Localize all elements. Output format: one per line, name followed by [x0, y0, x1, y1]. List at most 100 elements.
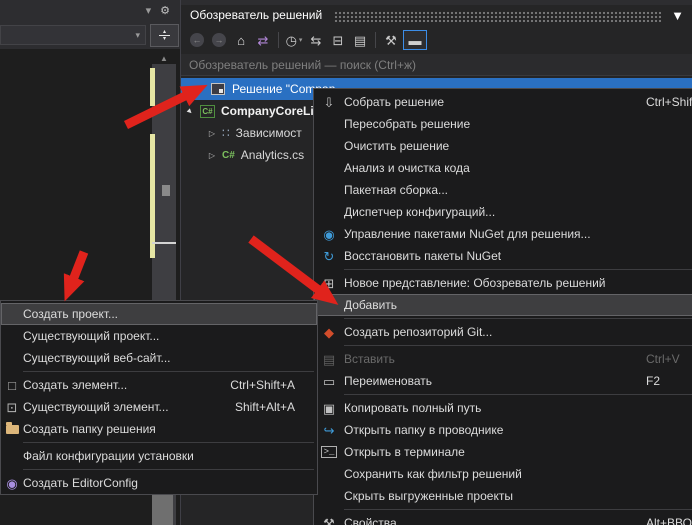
- menu-item-label: Открыть в терминале: [344, 445, 465, 459]
- context-menu-item[interactable]: ▤Вставить Ctrl+V: [314, 348, 692, 370]
- menu-item-shortcut: Ctrl+V: [646, 352, 680, 366]
- home-button[interactable]: ⌂: [231, 30, 251, 50]
- collapse-all-button[interactable]: ⊟: [328, 30, 348, 50]
- back-icon: ←: [190, 33, 204, 47]
- submenu-item[interactable]: ◉Создать EditorConfig: [1, 472, 317, 494]
- gear-icon[interactable]: ⚙: [160, 6, 170, 17]
- editor-navigation-bar: ▾ ▴▾: [0, 23, 180, 49]
- context-menu-item[interactable]: >_ Открыть в терминале: [314, 441, 692, 463]
- terminal-icon: >_: [321, 446, 338, 458]
- menu-item-label: Восстановить пакеты NuGet: [344, 249, 501, 263]
- modified-lines-marker: [150, 68, 155, 106]
- switch-views-icon: ⇆: [311, 34, 322, 47]
- menu-icon-column: ⊞: [314, 277, 344, 290]
- context-menu-item[interactable]: ▭ПереименоватьF2: [314, 370, 692, 392]
- context-menu-item[interactable]: Сохранить как фильтр решений: [314, 463, 692, 485]
- context-menu-item[interactable]: Очистить решение: [314, 135, 692, 157]
- context-menu-item[interactable]: ◆ Создать репозиторий Git...: [314, 321, 692, 343]
- navigation-dropdown[interactable]: ▾: [0, 25, 146, 45]
- drag-grip-dots: [334, 11, 661, 22]
- menu-item-label: Новое представление: Обозреватель решени…: [344, 276, 605, 290]
- dropdown-caret-icon[interactable]: ▾: [146, 6, 152, 17]
- menu-item-new-project[interactable]: Создать проект...: [1, 303, 317, 325]
- menu-item-shortcut: Shift+Alt+A: [235, 400, 295, 414]
- dependencies-icon: ∷: [222, 126, 230, 140]
- menu-icon-column: ↻: [314, 250, 344, 263]
- submenu-item[interactable]: ⊡ Существующий элемент... Shift+Alt+A: [1, 396, 317, 418]
- submenu-item[interactable]: Существующий веб-сайт...: [1, 347, 317, 369]
- submenu-item[interactable]: Существующий проект...: [1, 325, 317, 347]
- menu-item-label: Существующий элемент...: [23, 400, 169, 414]
- menu-item-label: Создать репозиторий Git...: [344, 325, 492, 339]
- menu-item-shortcut: Ctrl+Shift+B: [646, 95, 692, 109]
- submenu-item[interactable]: Файл конфигурации установки: [1, 445, 317, 467]
- context-menu-item[interactable]: ⊞Новое представление: Обозреватель решен…: [314, 272, 692, 294]
- properties-toolbar-button[interactable]: ⚒: [381, 30, 401, 50]
- menu-icon-column: ▣: [314, 402, 344, 415]
- context-menu-item[interactable]: Скрыть выгруженные проекты: [314, 485, 692, 507]
- switch-views-button[interactable]: ⇆: [306, 30, 326, 50]
- context-menu-item[interactable]: Анализ и очистка кода: [314, 157, 692, 179]
- menu-item-label: Существующий проект...: [23, 329, 159, 343]
- menu-item-build-solution[interactable]: ⇩Собрать решениеCtrl+Shift+B: [314, 91, 692, 113]
- menu-item-shortcut: Ctrl+Shift+A: [230, 378, 295, 392]
- menu-icon-column: [1, 425, 23, 434]
- menu-icon-column: ▭: [314, 375, 344, 388]
- show-all-files-button[interactable]: ▤: [350, 30, 370, 50]
- wrench-icon: ⚒: [323, 517, 335, 525]
- menu-item-label: Создать EditorConfig: [23, 476, 138, 490]
- sync-active-document-icon: ⇄: [258, 34, 269, 47]
- context-menu-item[interactable]: ⚒СвойстваAlt+ВВОД: [314, 512, 692, 525]
- csharp-file-icon: C#: [222, 150, 235, 161]
- back-button[interactable]: ←: [187, 30, 207, 50]
- context-menu-item[interactable]: ↻ Восстановить пакеты NuGet: [314, 245, 692, 267]
- menu-item-label: Копировать полный путь: [344, 401, 481, 415]
- menu-icon-column: ▤: [314, 353, 344, 366]
- menu-item-label: Создать проект...: [23, 307, 118, 321]
- menu-icon-column: ⊡: [1, 401, 23, 414]
- menu-item-label: Диспетчер конфигураций...: [344, 205, 495, 219]
- rename-icon: ▭: [323, 375, 335, 388]
- context-menu-item[interactable]: Пересобрать решение: [314, 113, 692, 135]
- pending-changes-icon: ◷▾: [286, 34, 303, 47]
- context-menu-item[interactable]: Пакетная сборка...: [314, 179, 692, 201]
- submenu-item[interactable]: Создать папку решения: [1, 418, 317, 440]
- git-icon: ◆: [324, 326, 334, 339]
- split-editor-button[interactable]: ▴▾: [150, 24, 179, 47]
- menu-icon-column: ◉: [314, 228, 344, 241]
- window-position-caret-icon[interactable]: ▼: [671, 9, 684, 22]
- context-menu-item[interactable]: ↪Открыть папку в проводнике: [314, 419, 692, 441]
- menu-item-label: Свойства: [344, 516, 397, 525]
- collapse-chevron-icon[interactable]: ▸: [182, 103, 198, 119]
- toolbar-separator: [278, 32, 279, 48]
- solution-explorer-header[interactable]: Обозреватель решений ▼: [184, 5, 692, 25]
- scrollbar-up-button[interactable]: ▲: [153, 52, 175, 64]
- toolbar-separator: [375, 32, 376, 48]
- menu-icon-column: ⚒: [314, 517, 344, 525]
- context-menu-item[interactable]: Диспетчер конфигураций...: [314, 201, 692, 223]
- context-menu-item[interactable]: ◉Управление пакетами NuGet для решения..…: [314, 223, 692, 245]
- existing-item-icon: ⊡: [7, 401, 18, 414]
- nuget-restore-icon: ↻: [324, 250, 335, 263]
- menu-icon-column: >_: [314, 446, 344, 458]
- expand-chevron-icon[interactable]: ▷: [206, 129, 218, 138]
- solution-search-input[interactable]: Обозреватель решений — поиск (Ctrl+ж): [181, 54, 692, 76]
- menu-icon-column: ◆: [314, 326, 344, 339]
- menu-item-label: Создать элемент...: [23, 378, 127, 392]
- menu-item-label: Пакетная сборка...: [344, 183, 448, 197]
- build-icon: ⇩: [324, 96, 335, 109]
- menu-item-label: Существующий веб-сайт...: [23, 351, 171, 365]
- context-menu-item[interactable]: ▣Копировать полный путь: [314, 397, 692, 419]
- menu-item-add[interactable]: Добавить: [314, 294, 692, 316]
- expand-chevron-icon[interactable]: ▷: [206, 151, 218, 160]
- preview-selected-button[interactable]: ▬: [403, 30, 427, 50]
- menu-item-label: Вставить: [344, 352, 395, 366]
- sync-active-document-button[interactable]: ⇄: [253, 30, 273, 50]
- tree-item-label: CompanyCoreLi: [221, 104, 314, 118]
- visual-studio-window: ▾ ⚙ ▾ ▴▾ ▲ Обозреватель решений ▼ ← →⌂ ⇄ ◷▾…: [0, 0, 692, 525]
- pending-changes-button[interactable]: ◷▾: [284, 30, 304, 50]
- panel-title: Обозреватель решений: [184, 8, 328, 22]
- submenu-item[interactable]: □Создать элемент...Ctrl+Shift+A: [1, 374, 317, 396]
- nuget-icon: ◉: [323, 228, 334, 241]
- forward-button[interactable]: →: [209, 30, 229, 50]
